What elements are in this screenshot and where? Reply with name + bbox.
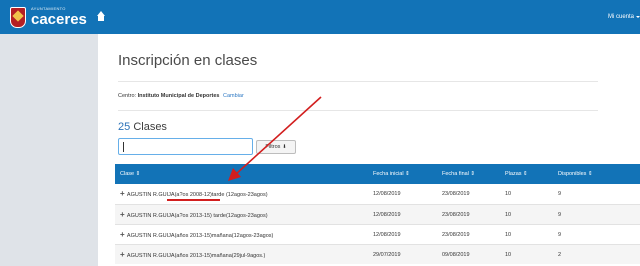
header-disponibles[interactable]: Disponibles ⇕ xyxy=(558,164,593,184)
disponibles-cell: 9 xyxy=(558,191,562,197)
centro-name: Instituto Municipal de Deportes xyxy=(137,93,220,99)
clase-text: AGUSTIN R.GUIJA(a?os 2013-15) tarde(12ag… xyxy=(126,213,268,219)
plus-icon: + xyxy=(120,189,125,198)
plus-icon: + xyxy=(120,210,125,219)
fecha-inicial-cell: 12/08/2019 xyxy=(373,191,401,197)
disponibles-cell: 9 xyxy=(558,232,562,238)
header-clase[interactable]: Clase ⇕ xyxy=(120,164,140,184)
page-title: Inscripción en clases xyxy=(118,52,258,69)
clase-text: AGUSTIN R.GUIJA(años 2013-15)mañana(12ag… xyxy=(126,233,274,239)
centro-label: Centro: xyxy=(118,93,137,99)
header-plazas[interactable]: Plazas ⇕ xyxy=(505,164,528,184)
account-label: Mi cuenta xyxy=(607,14,634,20)
header-fecha-inicial[interactable]: Fecha inicial ⇕ xyxy=(373,164,410,184)
classes-table: Clase ⇕ Fecha inicial ⇕ Fecha final ⇕ Pl… xyxy=(115,164,640,264)
logo-big-text: caceres xyxy=(31,11,87,28)
coat-of-arms-icon xyxy=(10,6,26,28)
main-panel: Inscripción en clases Centro: Instituto … xyxy=(98,34,640,266)
fecha-final-cell: 23/08/2019 xyxy=(442,232,470,238)
plus-icon: + xyxy=(120,230,125,239)
table-row[interactable]: + AGUSTIN R.GUIJA(a?os 2013-15) tarde(12… xyxy=(115,204,640,224)
class-count-label: Clases xyxy=(133,121,167,133)
fecha-final-cell: 23/08/2019 xyxy=(442,212,470,218)
top-navbar: AYUNTAMIENTO caceres Mi cuenta xyxy=(0,0,640,34)
clase-cell[interactable]: + AGUSTIN R.GUIJA(a?os 2008-12)tarde (12… xyxy=(120,184,268,204)
search-input[interactable] xyxy=(118,138,253,155)
clase-text: AGUSTIN R.GUIJA(años 2013-15)mañana(29ju… xyxy=(126,253,266,259)
logo-text: AYUNTAMIENTO caceres xyxy=(31,6,87,28)
plazas-cell: 10 xyxy=(505,252,512,258)
disponibles-cell: 9 xyxy=(558,212,562,218)
red-underline-annotation xyxy=(167,199,220,201)
header-fecha-final[interactable]: Fecha final ⇕ xyxy=(442,164,475,184)
clase-cell[interactable]: + AGUSTIN R.GUIJA(años 2013-15)mañana(29… xyxy=(120,245,265,265)
centro-divider xyxy=(118,110,598,111)
filters-label: Filtros xyxy=(265,144,281,150)
fecha-inicial-cell: 29/07/2019 xyxy=(373,252,401,258)
table-header: Clase ⇕ Fecha inicial ⇕ Fecha final ⇕ Pl… xyxy=(115,164,640,184)
logo-small-text: AYUNTAMIENTO xyxy=(31,6,66,11)
plazas-cell: 10 xyxy=(505,232,512,238)
table-row[interactable]: + AGUSTIN R.GUIJA(años 2013-15)mañana(29… xyxy=(115,244,640,264)
fecha-inicial-cell: 12/08/2019 xyxy=(373,212,401,218)
disponibles-cell: 2 xyxy=(558,252,562,258)
chevron-down-icon: ⬇ xyxy=(282,144,287,150)
class-count: 25 Clases xyxy=(118,121,167,133)
plus-icon: + xyxy=(120,250,125,259)
fecha-inicial-cell: 12/08/2019 xyxy=(373,232,401,238)
plazas-cell: 10 xyxy=(505,212,512,218)
account-menu[interactable]: Mi cuenta xyxy=(608,0,640,34)
fecha-final-cell: 09/08/2019 xyxy=(442,252,470,258)
title-divider xyxy=(118,81,598,82)
text-cursor xyxy=(123,142,124,152)
fecha-final-cell: 23/08/2019 xyxy=(442,191,470,197)
clase-cell[interactable]: + AGUSTIN R.GUIJA(a?os 2013-15) tarde(12… xyxy=(120,205,268,225)
caret-down-icon xyxy=(636,16,640,18)
centro-change-link[interactable]: Cambiar xyxy=(223,93,244,99)
home-icon[interactable] xyxy=(96,11,106,22)
clase-cell[interactable]: + AGUSTIN R.GUIJA(años 2013-15)mañana(12… xyxy=(120,225,273,245)
clase-text: AGUSTIN R.GUIJA(a?os 2008-12)tarde (12ag… xyxy=(126,192,268,198)
centro-line: Centro: Instituto Municipal de Deportes … xyxy=(118,93,244,99)
filters-button[interactable]: Filtros ⬇ xyxy=(256,140,296,154)
caceres-logo[interactable]: AYUNTAMIENTO caceres xyxy=(10,6,87,28)
table-row[interactable]: + AGUSTIN R.GUIJA(años 2013-15)mañana(12… xyxy=(115,224,640,244)
class-count-number: 25 xyxy=(118,121,131,133)
plazas-cell: 10 xyxy=(505,191,512,197)
table-row[interactable]: + AGUSTIN R.GUIJA(a?os 2008-12)tarde (12… xyxy=(115,184,640,204)
